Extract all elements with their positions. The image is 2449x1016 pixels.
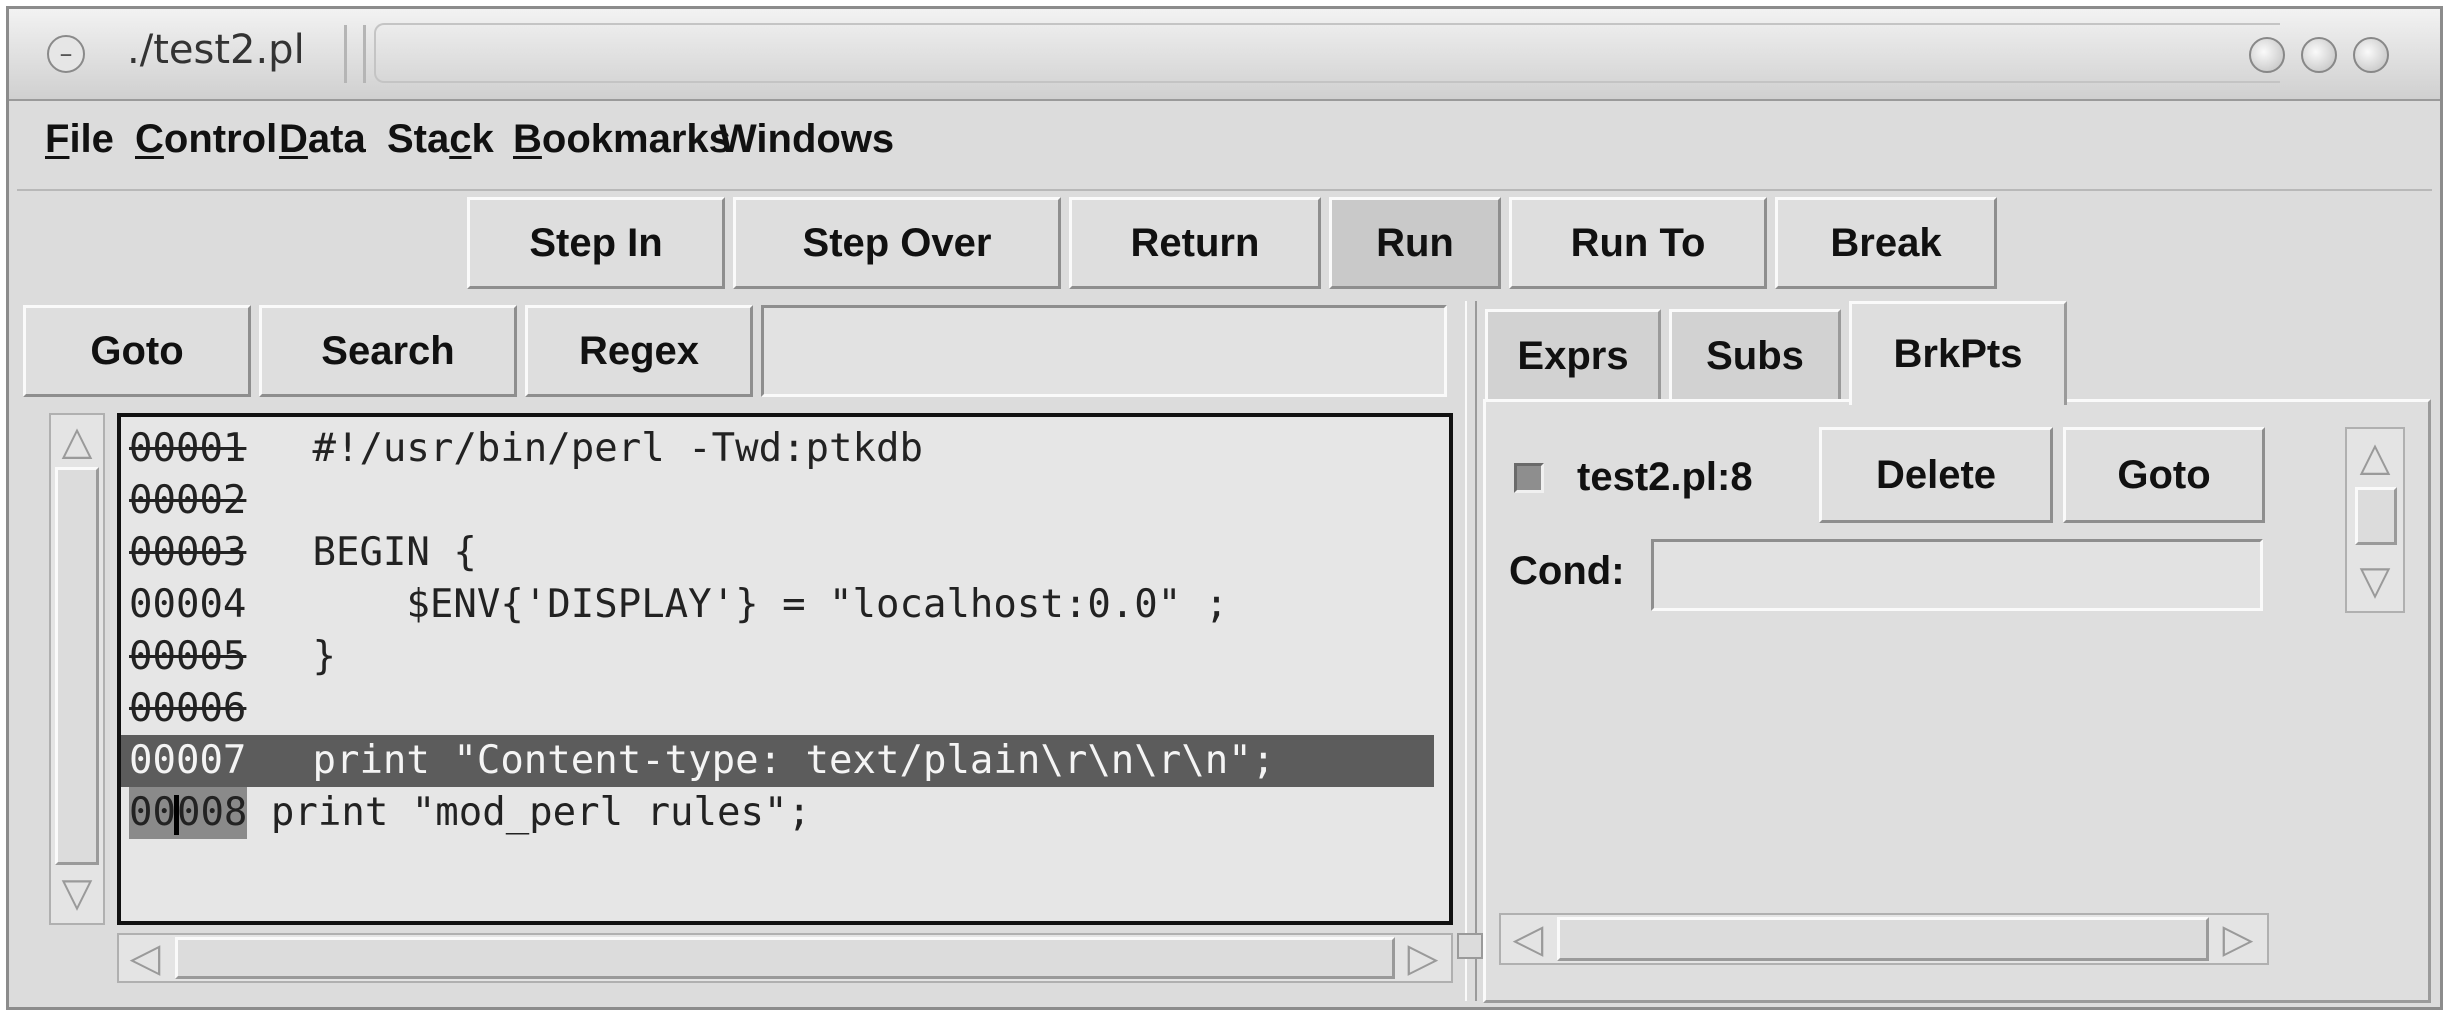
code-line[interactable]: 00008 print "mod_perl rules"; [129, 787, 811, 839]
menu-control[interactable]: Control [135, 117, 277, 162]
goto-breakpoint-button[interactable]: Goto [2063, 427, 2265, 523]
condition-label: Cond: [1509, 549, 1625, 593]
code-line[interactable]: 00001 #!/usr/bin/perl -Twd:ptkdb [129, 423, 923, 475]
pane-separator-handle[interactable] [1457, 933, 1483, 959]
tab-subs[interactable]: Subs [1669, 309, 1841, 401]
menu-stack[interactable]: Stack [387, 117, 494, 162]
line-number[interactable]: 00005 [129, 631, 289, 683]
breakpoint-location: test2.pl:8 [1577, 455, 1753, 499]
menu-windows[interactable]: Windows [719, 117, 894, 162]
code-line[interactable]: 00007 print "Content-type: text/plain\r\… [121, 735, 1434, 787]
menu-file[interactable]: File [45, 117, 114, 162]
scroll-down-icon[interactable]: ▽ [2351, 557, 2399, 605]
scroll-up-icon[interactable]: △ [2351, 433, 2399, 481]
scroll-left-icon[interactable]: ◁ [1505, 917, 1551, 961]
run-button[interactable]: Run [1329, 197, 1501, 289]
code-listing[interactable]: 00001 #!/usr/bin/perl -Twd:ptkdb 00002 000… [117, 413, 1453, 925]
delete-breakpoint-button[interactable]: Delete [1819, 427, 2053, 523]
regex-button[interactable]: Regex [525, 305, 753, 397]
breakpoints-vertical-scrollbar[interactable]: △ ▽ [2345, 427, 2405, 613]
search-button[interactable]: Search [259, 305, 517, 397]
scroll-down-icon[interactable]: ▽ [55, 871, 99, 915]
title-grip [344, 25, 366, 83]
title-bar[interactable]: – ./test2.pl [9, 9, 2440, 101]
tab-brkpts[interactable]: BrkPts [1849, 301, 2067, 405]
run-to-button[interactable]: Run To [1509, 197, 1767, 289]
code-vertical-thumb[interactable] [55, 467, 99, 865]
text-cursor [173, 794, 179, 835]
code-line[interactable]: 00005 } [129, 631, 336, 683]
scroll-left-icon[interactable]: ◁ [123, 937, 167, 979]
code-horizontal-scrollbar[interactable]: ◁ ▷ [117, 933, 1453, 983]
code-text: $ENV{'DISPLAY'} = "localhost:0.0" ; [289, 582, 1229, 627]
search-input[interactable] [761, 305, 1447, 397]
minimize-icon[interactable] [2249, 37, 2285, 73]
scroll-right-icon[interactable]: ▷ [1401, 937, 1445, 979]
code-line[interactable]: 00004 $ENV{'DISPLAY'} = "localhost:0.0" … [129, 579, 1228, 631]
step-in-button[interactable]: Step In [467, 197, 725, 289]
maximize-icon[interactable] [2301, 37, 2337, 73]
breakpoints-vertical-thumb[interactable] [2355, 487, 2397, 545]
return-button[interactable]: Return [1069, 197, 1321, 289]
code-line[interactable]: 00002 [129, 475, 289, 527]
breakpoints-horizontal-thumb[interactable] [1557, 917, 2209, 961]
code-line[interactable]: 00006 [129, 683, 289, 735]
code-horizontal-thumb[interactable] [175, 937, 1395, 979]
code-text: print "Content-type: text/plain\r\n\r\n"… [289, 738, 1276, 783]
code-text: print "mod_perl rules"; [247, 790, 811, 835]
window-title: ./test2.pl [127, 27, 305, 73]
scroll-up-icon[interactable]: △ [55, 419, 99, 463]
menu-data[interactable]: Data [279, 117, 366, 162]
break-button[interactable]: Break [1775, 197, 1997, 289]
scroll-right-icon[interactable]: ▷ [2215, 917, 2261, 961]
code-text: BEGIN { [289, 530, 477, 575]
code-text: } [289, 634, 336, 679]
step-over-button[interactable]: Step Over [733, 197, 1061, 289]
line-number[interactable]: 00001 [129, 423, 289, 475]
menu-bookmarks[interactable]: Bookmarks [513, 117, 731, 162]
breakpoint-enabled-checkbox[interactable] [1514, 463, 1544, 493]
title-decoration [374, 23, 2280, 83]
line-number[interactable]: 00006 [129, 683, 289, 735]
goto-button[interactable]: Goto [23, 305, 251, 397]
code-line[interactable]: 00003 BEGIN { [129, 527, 477, 579]
line-number[interactable]: 00002 [129, 475, 289, 527]
line-number[interactable]: 00003 [129, 527, 289, 579]
menu-bar: File Control Data Stack Bookmarks Window… [17, 99, 2432, 191]
pane-separator[interactable] [1465, 301, 1477, 1001]
breakpoints-horizontal-scrollbar[interactable]: ◁ ▷ [1499, 913, 2269, 965]
line-number[interactable]: 00004 [129, 579, 289, 631]
code-text: #!/usr/bin/perl -Twd:ptkdb [289, 426, 923, 471]
window-menu-icon[interactable]: – [47, 35, 85, 73]
line-number[interactable]: 00007 [129, 735, 289, 787]
close-icon[interactable] [2353, 37, 2389, 73]
tab-exprs[interactable]: Exprs [1485, 309, 1661, 401]
condition-input[interactable] [1651, 539, 2263, 611]
code-vertical-scrollbar[interactable]: △ ▽ [49, 413, 105, 925]
debugger-window: – ./test2.pl File Control Data Stack Boo… [6, 6, 2443, 1010]
line-number[interactable]: 00008 [129, 787, 248, 839]
